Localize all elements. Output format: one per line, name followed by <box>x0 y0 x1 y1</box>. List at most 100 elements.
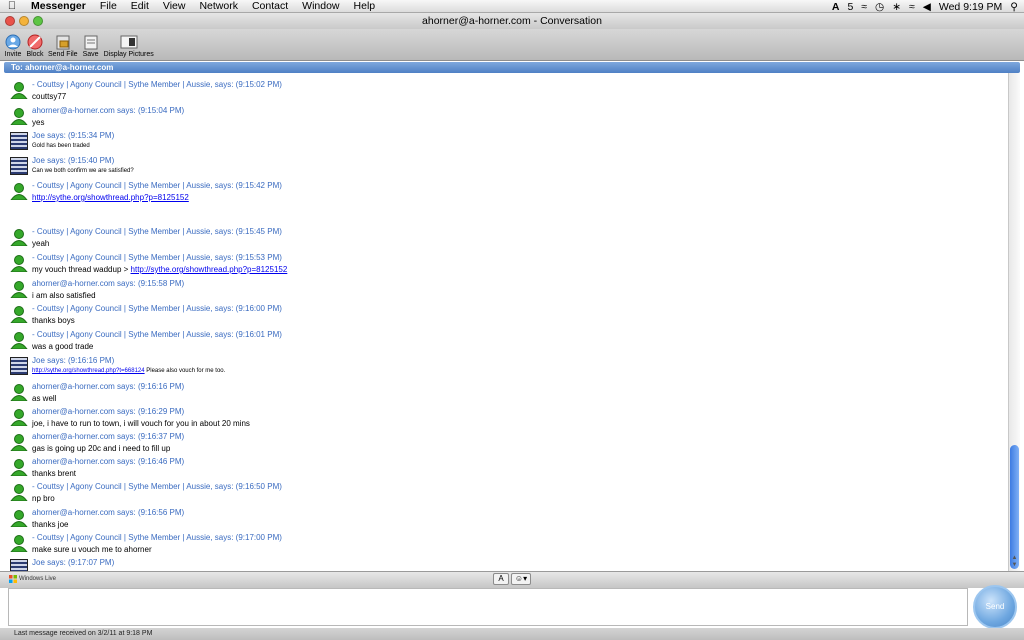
send-button[interactable]: Send <box>973 585 1017 629</box>
menu-bar:  Messenger File Edit View Network Conta… <box>0 0 1024 13</box>
menu-window[interactable]: Window <box>295 0 346 12</box>
volume-icon[interactable]: ◀ <box>923 1 931 13</box>
toolbar: Invite Block Send File Save Display Pict… <box>0 29 1024 61</box>
message-item: Joe says: (9:16:16 PM) http://sythe.org/s… <box>10 356 1000 380</box>
display-pictures-label: Display Pictures <box>103 51 154 58</box>
zoom-window-icon[interactable] <box>33 16 43 26</box>
minimize-window-icon[interactable] <box>19 16 29 26</box>
send-file-icon <box>54 34 72 50</box>
buddy-icon <box>10 182 28 201</box>
battery-count[interactable]: 5 <box>847 1 853 13</box>
message-body: Gold has been traded <box>32 143 90 149</box>
message-item: - Couttsy | Agony Council | Sythe Member… <box>10 181 1000 205</box>
buddy-icon <box>10 534 28 553</box>
wifi-icon[interactable]: ≈ <box>909 1 915 13</box>
buddy-icon <box>10 228 28 247</box>
message-item: - Couttsy | Agony Council | Sythe Member… <box>10 482 1000 506</box>
message-item: - Couttsy | Agony Council | Sythe Member… <box>10 304 1000 328</box>
font-button[interactable]: A <box>493 573 509 585</box>
close-window-icon[interactable] <box>5 16 15 26</box>
message-header: ahorner@a-horner.com says: (9:16:29 PM) <box>32 407 185 416</box>
invite-button[interactable]: Invite <box>4 34 22 60</box>
joe-avatar <box>10 357 28 375</box>
message-header: ahorner@a-horner.com says: (9:15:04 PM) <box>32 106 185 115</box>
message-text: thanks joe <box>32 520 69 529</box>
message-item: Joe says: (9:17:07 PM) <box>10 558 1000 571</box>
message-header: Joe says: (9:15:34 PM) <box>32 131 115 140</box>
message-body: np bro <box>32 494 55 503</box>
message-header: ahorner@a-horner.com says: (9:15:58 PM) <box>32 279 185 288</box>
message-header: ahorner@a-horner.com says: (9:16:16 PM) <box>32 382 185 391</box>
to-bar: To: ahorner@a-horner.com <box>4 62 1020 73</box>
spotlight-icon[interactable]: ⚲ <box>1010 1 1018 13</box>
menu-help[interactable]: Help <box>347 0 383 12</box>
menu-extras: A 5 ≈ ◷ ∗ ≈ ◀ Wed 9:19 PM ⚲ <box>832 0 1018 13</box>
message-body: i am also satisfied <box>32 291 96 300</box>
message-body: as well <box>32 394 56 403</box>
clock-icon[interactable]: ◷ <box>875 1 884 13</box>
message-body: Can we both confirm we are satisfied? <box>32 168 134 174</box>
message-body: was a good trade <box>32 342 93 351</box>
invite-label: Invite <box>4 51 22 58</box>
save-label: Save <box>82 51 99 58</box>
message-body: yeah <box>32 239 49 248</box>
menu-app[interactable]: Messenger <box>24 0 93 12</box>
block-button[interactable]: Block <box>26 34 44 60</box>
message-text: was a good trade <box>32 342 94 351</box>
window-titlebar: ahorner@a-horner.com - Conversation <box>0 13 1024 29</box>
sync-icon[interactable]: ≈ <box>861 1 867 13</box>
message-item: Joe says: (9:15:34 PM) Gold has been trad… <box>10 131 1000 155</box>
message-header: ahorner@a-horner.com says: (9:16:37 PM) <box>32 432 185 441</box>
message-link[interactable]: http://sythe.org/showthread.php?t=668124 <box>32 368 145 374</box>
menu-network[interactable]: Network <box>192 0 245 12</box>
menu-edit[interactable]: Edit <box>124 0 156 12</box>
window-controls <box>5 16 43 26</box>
buddy-icon <box>10 458 28 477</box>
message-input[interactable] <box>8 588 968 626</box>
save-icon <box>82 34 100 50</box>
adobe-icon[interactable]: A <box>832 1 840 13</box>
menu-file[interactable]: File <box>93 0 124 12</box>
conversation-history[interactable]: ​ - Couttsy | Agony Council | Sythe Memb… <box>4 73 1008 571</box>
message-header: - Couttsy | Agony Council | Sythe Member… <box>32 330 282 339</box>
message-item: - Couttsy | Agony Council | Sythe Member… <box>10 533 1000 557</box>
bluetooth-icon[interactable]: ∗ <box>892 1 901 13</box>
message-header: Joe says: (9:16:16 PM) <box>32 356 115 365</box>
message-header: - Couttsy | Agony Council | Sythe Member… <box>32 181 282 190</box>
message-header: - Couttsy | Agony Council | Sythe Member… <box>32 253 282 262</box>
message-item: ahorner@a-horner.com says: (9:16:16 PM) a… <box>10 382 1000 406</box>
message-header: - Couttsy | Agony Council | Sythe Member… <box>32 533 282 542</box>
buddy-icon <box>10 483 28 502</box>
windows-logo-icon <box>9 575 17 583</box>
buddy-icon <box>10 305 28 324</box>
message-item: ahorner@a-horner.com says: (9:16:29 PM) j… <box>10 407 1000 431</box>
message-body: http://sythe.org/showthread.php?t=668124… <box>32 368 225 374</box>
message-link[interactable]: http://sythe.org/showthread.php?p=812515… <box>131 265 288 274</box>
message-item: - Couttsy | Agony Council | Sythe Member… <box>10 80 1000 104</box>
clock-text[interactable]: Wed 9:19 PM <box>939 1 1002 13</box>
send-file-button[interactable]: Send File <box>48 34 78 60</box>
save-button[interactable]: Save <box>82 34 100 60</box>
display-pictures-button[interactable]: Display Pictures <box>104 34 154 60</box>
chat-scrollbar[interactable]: ▲ ▼ <box>1008 73 1020 571</box>
apple-menu-icon[interactable]:  <box>0 0 24 12</box>
scroll-arrows[interactable]: ▲ ▼ <box>1010 555 1019 569</box>
buddy-icon <box>10 509 28 528</box>
buddy-icon <box>10 408 28 427</box>
buddy-icon <box>10 383 28 402</box>
message-text: joe, i have to run to town, i will vouch… <box>32 419 250 428</box>
message-item: ahorner@a-horner.com says: (9:15:58 PM) i… <box>10 279 1000 303</box>
message-body: gas is going up 20c and i need to fill u… <box>32 444 170 453</box>
message-text: i am also satisfied <box>32 291 96 300</box>
message-item: - Couttsy | Agony Council | Sythe Member… <box>10 227 1000 251</box>
menu-contact[interactable]: Contact <box>245 0 295 12</box>
message-header: - Couttsy | Agony Council | Sythe Member… <box>32 80 282 89</box>
menu-view[interactable]: View <box>156 0 193 12</box>
message-link[interactable]: http://sythe.org/showthread.php?p=812515… <box>32 193 189 202</box>
scroll-thumb[interactable] <box>1010 445 1019 569</box>
message-body: thanks joe <box>32 520 68 529</box>
joe-avatar <box>10 132 28 150</box>
emoticon-button[interactable]: ☺▾ <box>511 573 531 585</box>
message-text: gas is going up 20c and i need to fill u… <box>32 444 171 453</box>
message-body: thanks boys <box>32 316 75 325</box>
